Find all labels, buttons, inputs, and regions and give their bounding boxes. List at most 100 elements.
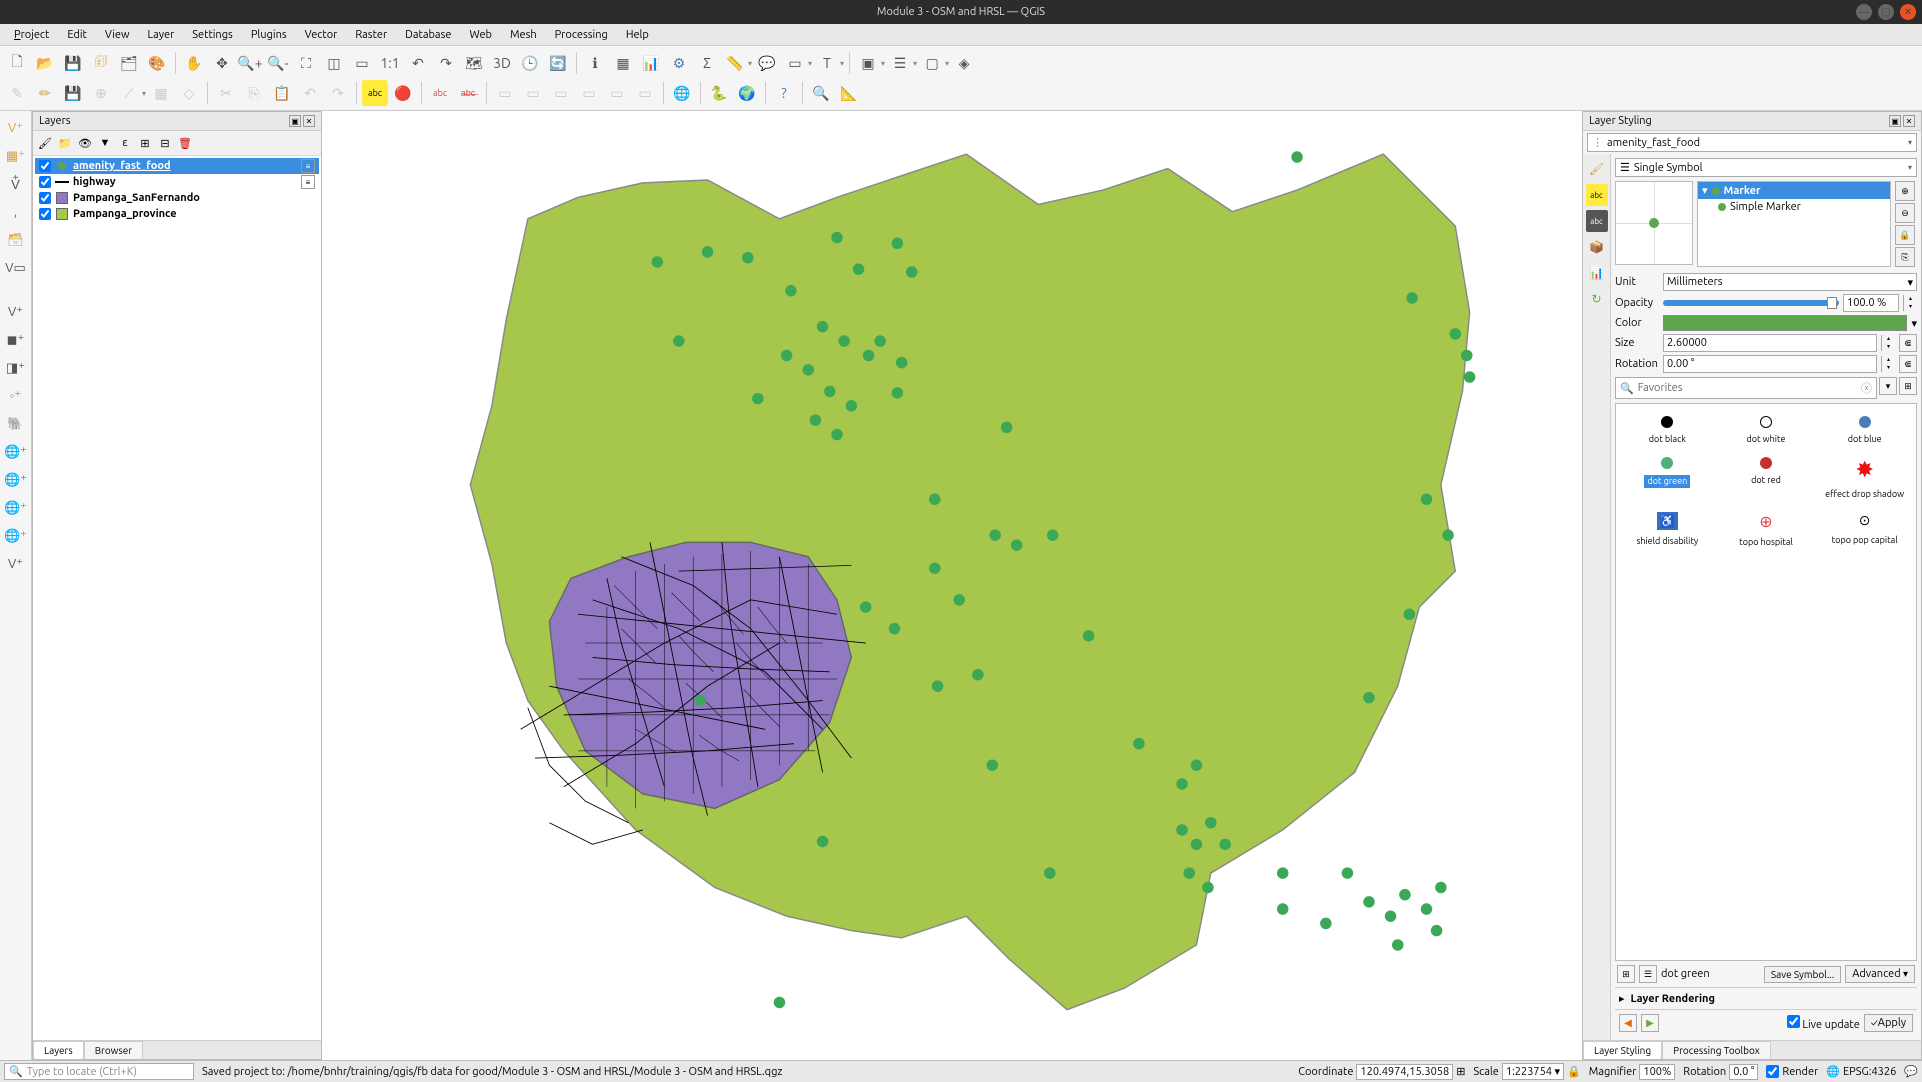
- new-mapview-icon[interactable]: 🗺: [461, 50, 487, 76]
- add-group-icon[interactable]: 📁: [56, 134, 74, 152]
- layer-indicator-icon[interactable]: ≡: [301, 159, 315, 173]
- unit-select[interactable]: Millimeters▾: [1663, 273, 1917, 291]
- label-icon[interactable]: abc: [362, 80, 388, 106]
- zoom-last-icon[interactable]: ↶: [405, 50, 431, 76]
- map-tips-icon[interactable]: 💬: [754, 50, 780, 76]
- label-tool2-icon[interactable]: a̶b̶c̶: [455, 80, 481, 106]
- size-input[interactable]: 2.60000: [1663, 334, 1877, 352]
- render-check[interactable]: Render: [1766, 1065, 1818, 1078]
- label-tool1-icon[interactable]: abc: [427, 80, 453, 106]
- symbol-filter-icon[interactable]: ▾: [1879, 377, 1897, 395]
- messages-icon[interactable]: 💬: [1904, 1065, 1918, 1078]
- remove-layer-icon[interactable]: 🗑: [176, 134, 194, 152]
- layer-pampanga-sanfernando[interactable]: Pampanga_SanFernando: [35, 190, 319, 206]
- layer-btn1-icon[interactable]: ▭: [492, 80, 518, 106]
- layer-checkbox[interactable]: [39, 176, 51, 188]
- symbol-dot-blue[interactable]: dot blue: [1817, 412, 1912, 449]
- measure-icon[interactable]: 📏: [722, 50, 748, 76]
- symbol-dot-green[interactable]: dot green: [1620, 453, 1715, 504]
- symbol-dot-white[interactable]: dot white: [1719, 412, 1814, 449]
- select-icon[interactable]: ▭: [782, 50, 808, 76]
- collapse-icon[interactable]: ⊟: [156, 134, 174, 152]
- expand-icon[interactable]: ⊞: [136, 134, 154, 152]
- digitize-icon[interactable]: ⟋: [116, 80, 142, 106]
- minimize-button[interactable]: —: [1856, 4, 1872, 20]
- undock-icon[interactable]: ▣: [1889, 115, 1901, 127]
- add-wms-icon[interactable]: 🌐⁺: [3, 439, 29, 465]
- menu-help[interactable]: Help: [618, 27, 657, 43]
- new-vector-icon[interactable]: V⁺: [3, 299, 29, 325]
- new-project-icon[interactable]: 🗋: [4, 50, 30, 76]
- layer-pampanga-province[interactable]: Pampanga_province: [35, 206, 319, 222]
- add-wcs-icon[interactable]: 🌐⁺: [3, 523, 29, 549]
- layer-btn6-icon[interactable]: ▭: [632, 80, 658, 106]
- map-canvas[interactable]: [322, 111, 1582, 1060]
- extents-icon[interactable]: ⊞: [1456, 1065, 1465, 1078]
- expr-icon[interactable]: ε: [116, 134, 134, 152]
- layer-indicator-icon[interactable]: ≡: [301, 175, 315, 189]
- layer-btn5-icon[interactable]: ▭: [604, 80, 630, 106]
- add-virtual2-icon[interactable]: V⁺: [3, 551, 29, 577]
- size-override-icon[interactable]: ⋐: [1899, 334, 1917, 352]
- toggle-edit-icon[interactable]: ✏: [32, 80, 58, 106]
- color-swatch[interactable]: [1663, 315, 1907, 331]
- close-panel-icon[interactable]: ✕: [1903, 115, 1915, 127]
- rotation-override-icon[interactable]: ⋐: [1899, 355, 1917, 373]
- lock-symbol-icon[interactable]: 🔒: [1895, 225, 1915, 245]
- opacity-value[interactable]: 100.0 %: [1843, 294, 1899, 312]
- symbol-gallery[interactable]: dot black dot white dot blue dot green d…: [1615, 403, 1917, 961]
- layer-btn3-icon[interactable]: ▭: [548, 80, 574, 106]
- cut-icon[interactable]: ✂: [213, 80, 239, 106]
- open-project-icon[interactable]: 📂: [32, 50, 58, 76]
- symbol-style-icon[interactable]: ⊞: [1899, 377, 1917, 395]
- new-spatialite-icon[interactable]: ◨⁺: [3, 355, 29, 381]
- renderer-select[interactable]: ☰ Single Symbol▾: [1615, 158, 1917, 177]
- save-edits-icon[interactable]: 💾: [60, 80, 86, 106]
- layout-manager-icon[interactable]: 🗂: [116, 50, 142, 76]
- duplicate-symbol-icon[interactable]: ⎘: [1895, 247, 1915, 267]
- new-3dview-icon[interactable]: 3D: [489, 50, 515, 76]
- save-project-icon[interactable]: 💾: [60, 50, 86, 76]
- web-icon[interactable]: 🌍: [734, 80, 760, 106]
- style-icon[interactable]: 🖌: [36, 134, 54, 152]
- add-arcgis-icon[interactable]: 🌐⁺: [3, 467, 29, 493]
- layer-tree[interactable]: amenity_fast_food ≡ highway ≡ Pampanga_S…: [33, 156, 321, 1040]
- deselect-icon[interactable]: ▢: [919, 50, 945, 76]
- layer-select[interactable]: ⋮amenity_fast_food▾: [1587, 133, 1917, 152]
- add-spatialite-icon[interactable]: 🗃: [3, 227, 29, 253]
- plugin1-icon[interactable]: 🌐: [669, 80, 695, 106]
- tab-browser[interactable]: Browser: [84, 1041, 143, 1059]
- zoom-native-icon[interactable]: 1:1: [377, 50, 403, 76]
- layer-checkbox[interactable]: [39, 208, 51, 220]
- select-value-icon[interactable]: ☰: [887, 50, 913, 76]
- zoom-in-icon[interactable]: 🔍+: [237, 50, 263, 76]
- zoom-out-icon[interactable]: 🔍-: [265, 50, 291, 76]
- maximize-button[interactable]: ▢: [1878, 4, 1894, 20]
- mag-input[interactable]: 100%: [1639, 1064, 1675, 1080]
- identify-icon[interactable]: ℹ: [582, 50, 608, 76]
- add-vector-icon[interactable]: V⁺: [3, 115, 29, 141]
- label-layer-icon[interactable]: 🔴: [390, 80, 416, 106]
- menu-edit[interactable]: Edit: [59, 27, 95, 43]
- vertex-icon[interactable]: ◇: [176, 80, 202, 106]
- layer-btn4-icon[interactable]: ▭: [576, 80, 602, 106]
- menu-web[interactable]: Web: [461, 27, 500, 43]
- tab-layer-styling[interactable]: Layer Styling: [1583, 1041, 1662, 1059]
- symbol-topo-pop-capital[interactable]: ⊙topo pop capital: [1817, 508, 1912, 552]
- symbol-dot-black[interactable]: dot black: [1620, 412, 1715, 449]
- style-manager-icon[interactable]: 🎨: [144, 50, 170, 76]
- add-wfs-icon[interactable]: 🌐⁺: [3, 495, 29, 521]
- select-features-icon[interactable]: ▣: [855, 50, 881, 76]
- select-all-icon[interactable]: ◈: [951, 50, 977, 76]
- symbol-tree[interactable]: ▾Marker Simple Marker: [1697, 181, 1891, 267]
- toolbox-icon[interactable]: ⚙: [666, 50, 692, 76]
- advanced-button[interactable]: Advanced ▾: [1845, 965, 1915, 983]
- menu-plugins[interactable]: Plugins: [243, 27, 295, 43]
- lock-icon[interactable]: 🔒: [1567, 1065, 1581, 1078]
- temporal-icon[interactable]: 🕒: [517, 50, 543, 76]
- remove-symbol-icon[interactable]: ⊖: [1895, 203, 1915, 223]
- layer-checkbox[interactable]: [39, 192, 51, 204]
- pan-icon[interactable]: ✋: [181, 50, 207, 76]
- zoom-next-icon[interactable]: ↷: [433, 50, 459, 76]
- pan-selection-icon[interactable]: ✥: [209, 50, 235, 76]
